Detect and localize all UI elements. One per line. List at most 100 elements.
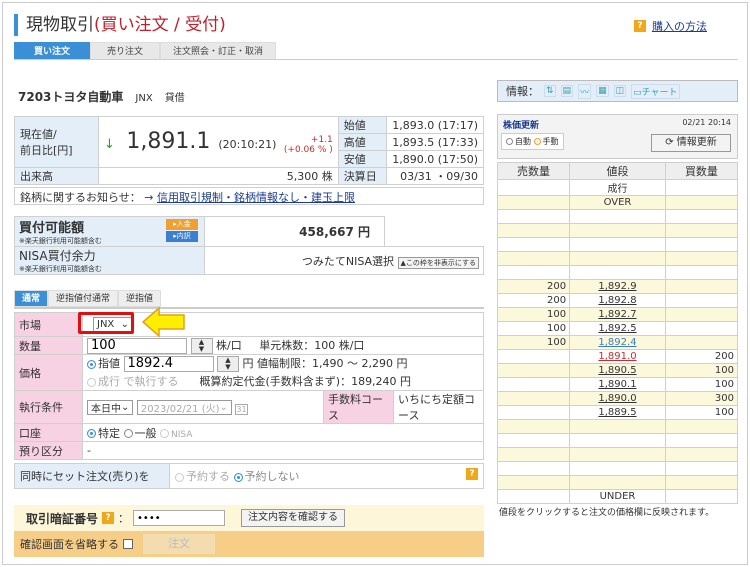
confirm-order-button[interactable]: 注文内容を確認する (241, 509, 346, 527)
market-order-radio[interactable] (87, 377, 96, 387)
price-link[interactable]: 1,892.8 (598, 295, 636, 306)
tab-buy[interactable]: 買い注文 (14, 42, 90, 60)
order-book-row (496, 475, 739, 490)
cell-text: 100 (547, 337, 567, 348)
quantity-input[interactable] (87, 337, 187, 354)
no-reserve-radio[interactable] (233, 472, 243, 482)
price (569, 475, 666, 490)
fee-value: いちにち定額コース (393, 390, 484, 424)
how-to-buy-link[interactable]: 購入の方法 (652, 18, 707, 34)
hide-nisa-button[interactable]: ▲この枠を非表示にする (397, 256, 479, 269)
price-update-panel: 株価更新 02/21 20:14 自動 手動 ⟳ 情報更新 (497, 114, 738, 159)
price (569, 251, 666, 266)
update-mode-toggle[interactable]: 自動 手動 (501, 133, 564, 150)
price-link[interactable]: 1,891.0 (598, 351, 636, 362)
current-price: 1,891.1 (126, 129, 211, 154)
change-pct: (+0.06 % ) (283, 145, 333, 155)
order-book-row: 1,889.5 100 (496, 405, 739, 420)
low-label: 安値 (337, 150, 387, 168)
price: 1,892.5 (569, 321, 666, 336)
price-input[interactable] (123, 355, 214, 372)
account-general-radio[interactable] (123, 429, 133, 438)
price-link[interactable]: 1,892.4 (598, 337, 636, 348)
calendar-icon[interactable]: 31 (235, 403, 248, 415)
tab-sell[interactable]: 売り注文 (90, 42, 160, 60)
estimate: 概算約定代金(手数料含まず)：189,240 円 (199, 375, 412, 389)
tab-normal[interactable]: 通常 (14, 290, 49, 307)
sell-qty: 200 (496, 279, 571, 294)
sell-qty (496, 237, 571, 252)
price-link[interactable]: 1,890.1 (598, 379, 636, 390)
order-book-icon[interactable]: ⇅ (544, 85, 556, 97)
sell-qty (496, 209, 571, 224)
limit-radio[interactable] (87, 359, 96, 369)
price-link[interactable]: 1,890.0 (598, 393, 636, 404)
help-icon[interactable]: ? (102, 512, 115, 524)
cell-text: UNDER (599, 491, 636, 502)
price-stepper[interactable]: ▲ ▼ (217, 356, 239, 373)
tab-stop-with-normal[interactable]: 逆指値付通常 (48, 290, 119, 307)
line-chart-icon[interactable]: 〰 (578, 83, 592, 99)
price-link[interactable]: 1,892.9 (598, 281, 636, 292)
price-label: 価格 (14, 354, 83, 391)
deposit-label: 預り区分 (14, 441, 83, 460)
price-link[interactable]: 1,890.5 (598, 365, 636, 376)
price-link[interactable]: 1,892.5 (598, 323, 636, 334)
reserve-radio[interactable] (175, 472, 184, 482)
help-icon[interactable]: ? (466, 468, 478, 480)
price-link[interactable]: 1,889.5 (598, 407, 636, 418)
limit-range: 値幅制限：1,490 ～ 2,290 円 (257, 357, 408, 371)
deposit-button[interactable]: ▸入金 (166, 219, 198, 230)
price: 1,892.4 (569, 335, 666, 350)
price: 1,892.8 (569, 293, 666, 308)
order-book: 売数量 値段 買数量 成行 OVER 200 1,892.9 200 1,892.8 100 1,… (496, 162, 739, 504)
order-type-tabs: 通常 逆指値付通常 逆指値 (14, 290, 162, 307)
buy-qty: 100 (664, 405, 739, 420)
sell-qty (496, 419, 571, 434)
condition-label: 執行条件 (14, 390, 83, 424)
news-icon[interactable]: ▤ (560, 85, 574, 97)
order-book-row: OVER (496, 195, 739, 210)
buy-qty (664, 489, 739, 504)
order-book-row: 1,890.5 100 (496, 363, 739, 378)
price: 1,892.7 (569, 307, 666, 322)
table-icon[interactable]: ▦ (596, 85, 609, 97)
skip-confirm-checkbox[interactable] (123, 539, 133, 549)
price-link[interactable]: 1,892.7 (598, 309, 636, 320)
sell-qty (496, 377, 571, 392)
sell-qty: 100 (496, 307, 571, 322)
buying-power-amount: 458,667 円 (204, 216, 385, 247)
refresh-button[interactable]: ⟳ 情報更新 (651, 134, 731, 152)
sell-qty (496, 251, 571, 266)
set-order-table: 同時にセット注文(売り)を 予約する 予約しない? (14, 463, 484, 489)
account-nisa-radio[interactable] (160, 429, 169, 438)
tab-order-inquiry[interactable]: 注文照会・訂正・取消 (160, 42, 276, 60)
quantity-stepper[interactable]: ▲ ▼ (190, 338, 213, 354)
tab-stop[interactable]: 逆指値 (118, 290, 162, 307)
condition-select[interactable]: 本日中 ⌄ (87, 399, 134, 415)
volume-value: 5,300 株 (98, 167, 339, 185)
help-link[interactable]: ? 購入の方法 (634, 18, 707, 34)
order-book-row (496, 237, 739, 252)
fee-label: 手数料コース (323, 390, 394, 424)
cell-text: 100 (714, 365, 734, 376)
high-value: 1,893.5 (17:33) (385, 133, 485, 151)
price-label: 現在値/前日比[円] (14, 116, 99, 168)
price-header: 値段 (569, 162, 666, 180)
order-button[interactable]: 注文 (143, 534, 215, 554)
price (569, 223, 666, 238)
notice-link[interactable]: 信用取引規制・銘柄情報なし・建玉上限 (157, 191, 355, 204)
chart-link[interactable]: ▭チャート (631, 83, 680, 99)
skip-confirm-row: 確認画面を省略する 注文 (14, 531, 484, 557)
price (569, 209, 666, 224)
settlement-value: 03/31 ・09/30 (385, 167, 485, 185)
detail-button[interactable]: ▸内訳 (166, 231, 198, 242)
building-icon[interactable]: ◫ (613, 85, 627, 97)
order-book-note: 値段をクリックすると注文の価格欄に反映されます。 (499, 508, 715, 518)
date-select[interactable]: 2023/02/21 (火) ⌄ (136, 399, 232, 415)
pin-input[interactable] (133, 510, 226, 526)
buy-qty (664, 179, 739, 196)
account-specific-radio[interactable] (87, 429, 96, 438)
buy-qty (664, 419, 739, 434)
divider (14, 59, 738, 60)
